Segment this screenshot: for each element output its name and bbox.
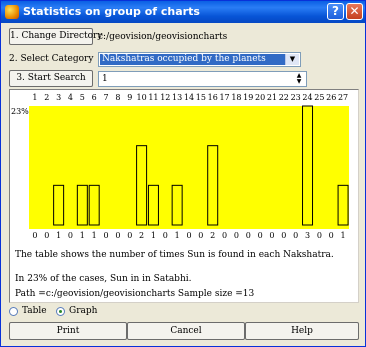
category-label: 2. Select Category bbox=[9, 54, 94, 64]
bar bbox=[302, 105, 314, 226]
nakshatra-bar-chart: 1020314051617080901021111201311401501621… bbox=[11, 93, 349, 240]
category-tick-label: 2 bbox=[44, 93, 49, 102]
bar-value-label: 0 bbox=[163, 231, 168, 240]
category-tick-label: 17 bbox=[219, 93, 229, 102]
directory-path: c:/geovision/geovisioncharts bbox=[98, 32, 228, 42]
bar-value-label: 0 bbox=[293, 231, 298, 240]
category-tick-label: 12 bbox=[160, 93, 170, 102]
start-search-button[interactable]: 3. Start Search bbox=[9, 70, 93, 87]
close-button[interactable]: ✕ bbox=[346, 3, 363, 20]
path-sample-text: Path =c:/geovision/geovisioncharts Sampl… bbox=[15, 289, 255, 299]
results-panel: 1 0 2 0 3 1 4 0 5 1 6 1 7 0 8 0 9 0 10 2 11 1 12 0 13 1 14 0 15 0 16 2 1… bbox=[9, 89, 359, 303]
bar-value-label: 0 bbox=[234, 231, 239, 240]
help-button[interactable]: Help bbox=[245, 322, 359, 340]
bar-value-label: 0 bbox=[198, 231, 203, 240]
graph-radio-label: Graph bbox=[69, 306, 98, 316]
app-icon bbox=[5, 5, 19, 19]
category-tick-label: 25 bbox=[314, 93, 324, 102]
bar bbox=[136, 145, 148, 226]
bar-value-label: 0 bbox=[222, 231, 227, 240]
bar bbox=[171, 184, 183, 226]
bar bbox=[53, 184, 65, 226]
category-tick-label: 1 bbox=[32, 93, 37, 102]
category-tick-label: 21 bbox=[267, 93, 277, 102]
bar-value-label: 1 bbox=[80, 231, 85, 240]
category-tick-label: 20 bbox=[255, 93, 265, 102]
bar bbox=[76, 184, 88, 226]
bar-value-label: 0 bbox=[115, 231, 120, 240]
bar-value-label: 0 bbox=[32, 231, 37, 240]
search-value: 1 bbox=[102, 74, 108, 84]
bar-value-label: 0 bbox=[269, 231, 274, 240]
bar-value-label: 0 bbox=[246, 231, 251, 240]
category-selected-value: Nakshatras occupied by the planets bbox=[100, 54, 286, 65]
description-text: The table shows the number of times Sun … bbox=[15, 250, 334, 260]
statistics-window: Statistics on group of charts ? ✕ 1. Cha… bbox=[0, 0, 366, 347]
category-tick-label: 22 bbox=[279, 93, 289, 102]
bar-value-label: 2 bbox=[210, 231, 215, 240]
category-tick-label: 14 bbox=[184, 93, 194, 102]
bar bbox=[147, 184, 159, 226]
category-tick-label: 19 bbox=[243, 93, 253, 102]
bar-value-label: 1 bbox=[151, 231, 156, 240]
category-tick-label: 3 bbox=[56, 93, 61, 102]
bar-value-label: 0 bbox=[127, 231, 132, 240]
title-bar[interactable]: Statistics on group of charts ? ✕ bbox=[1, 1, 365, 23]
category-tick-label: 6 bbox=[92, 93, 97, 102]
bar-value-label: 0 bbox=[281, 231, 286, 240]
table-radio-label: Table bbox=[22, 306, 47, 316]
category-tick-label: 11 bbox=[148, 93, 158, 102]
bar bbox=[88, 184, 100, 226]
category-tick-label: 26 bbox=[326, 93, 336, 102]
bar-value-label: 2 bbox=[139, 231, 144, 240]
bar bbox=[337, 184, 349, 226]
search-value-spinner[interactable]: 1 ▲ ▼ bbox=[98, 71, 307, 87]
category-tick-label: 4 bbox=[68, 93, 73, 102]
change-directory-button[interactable]: 1. Change Directory bbox=[9, 28, 102, 45]
cancel-button[interactable]: Cancel bbox=[127, 322, 245, 340]
category-tick-label: 18 bbox=[231, 93, 241, 102]
bar-value-label: 0 bbox=[44, 231, 49, 240]
bar-value-label: 0 bbox=[68, 231, 73, 240]
category-tick-label: 13 bbox=[172, 93, 182, 102]
bar-value-label: 0 bbox=[317, 231, 322, 240]
bar-value-label: 1 bbox=[92, 231, 97, 240]
chevron-down-icon[interactable]: ▼ bbox=[285, 54, 299, 65]
help-title-button[interactable]: ? bbox=[327, 3, 344, 20]
bar bbox=[207, 145, 219, 226]
category-tick-label: 10 bbox=[136, 93, 146, 102]
bar-value-label: 1 bbox=[341, 231, 346, 240]
bar-value-label: 0 bbox=[258, 231, 263, 240]
category-tick-label: 24 bbox=[302, 93, 312, 102]
window-title: Statistics on group of charts bbox=[23, 5, 200, 18]
bar-value-label: 0 bbox=[103, 231, 108, 240]
graph-radio[interactable] bbox=[56, 307, 65, 316]
category-tick-label: 27 bbox=[338, 93, 348, 102]
spinner-arrows-icon[interactable]: ▲ ▼ bbox=[293, 73, 305, 85]
category-select[interactable]: Nakshatras occupied by the planets ▼ bbox=[98, 52, 301, 67]
bar-value-label: 1 bbox=[56, 231, 61, 240]
bar-value-label: 1 bbox=[175, 231, 180, 240]
category-tick-label: 9 bbox=[127, 93, 132, 102]
category-tick-label: 5 bbox=[80, 93, 85, 102]
bar-value-label: 3 bbox=[305, 231, 310, 240]
category-tick-label: 15 bbox=[196, 93, 206, 102]
category-tick-label: 23 bbox=[291, 93, 301, 102]
table-radio[interactable] bbox=[9, 307, 18, 316]
print-button[interactable]: Print bbox=[9, 322, 127, 340]
y-max-label: 23% bbox=[11, 107, 29, 116]
category-tick-label: 7 bbox=[103, 93, 108, 102]
category-tick-label: 8 bbox=[115, 93, 120, 102]
category-tick-label: 16 bbox=[208, 93, 218, 102]
bar-value-label: 0 bbox=[186, 231, 191, 240]
bar-value-label: 0 bbox=[329, 231, 334, 240]
result-text: In 23% of the cases, Sun in in Satabhi. bbox=[15, 274, 192, 284]
